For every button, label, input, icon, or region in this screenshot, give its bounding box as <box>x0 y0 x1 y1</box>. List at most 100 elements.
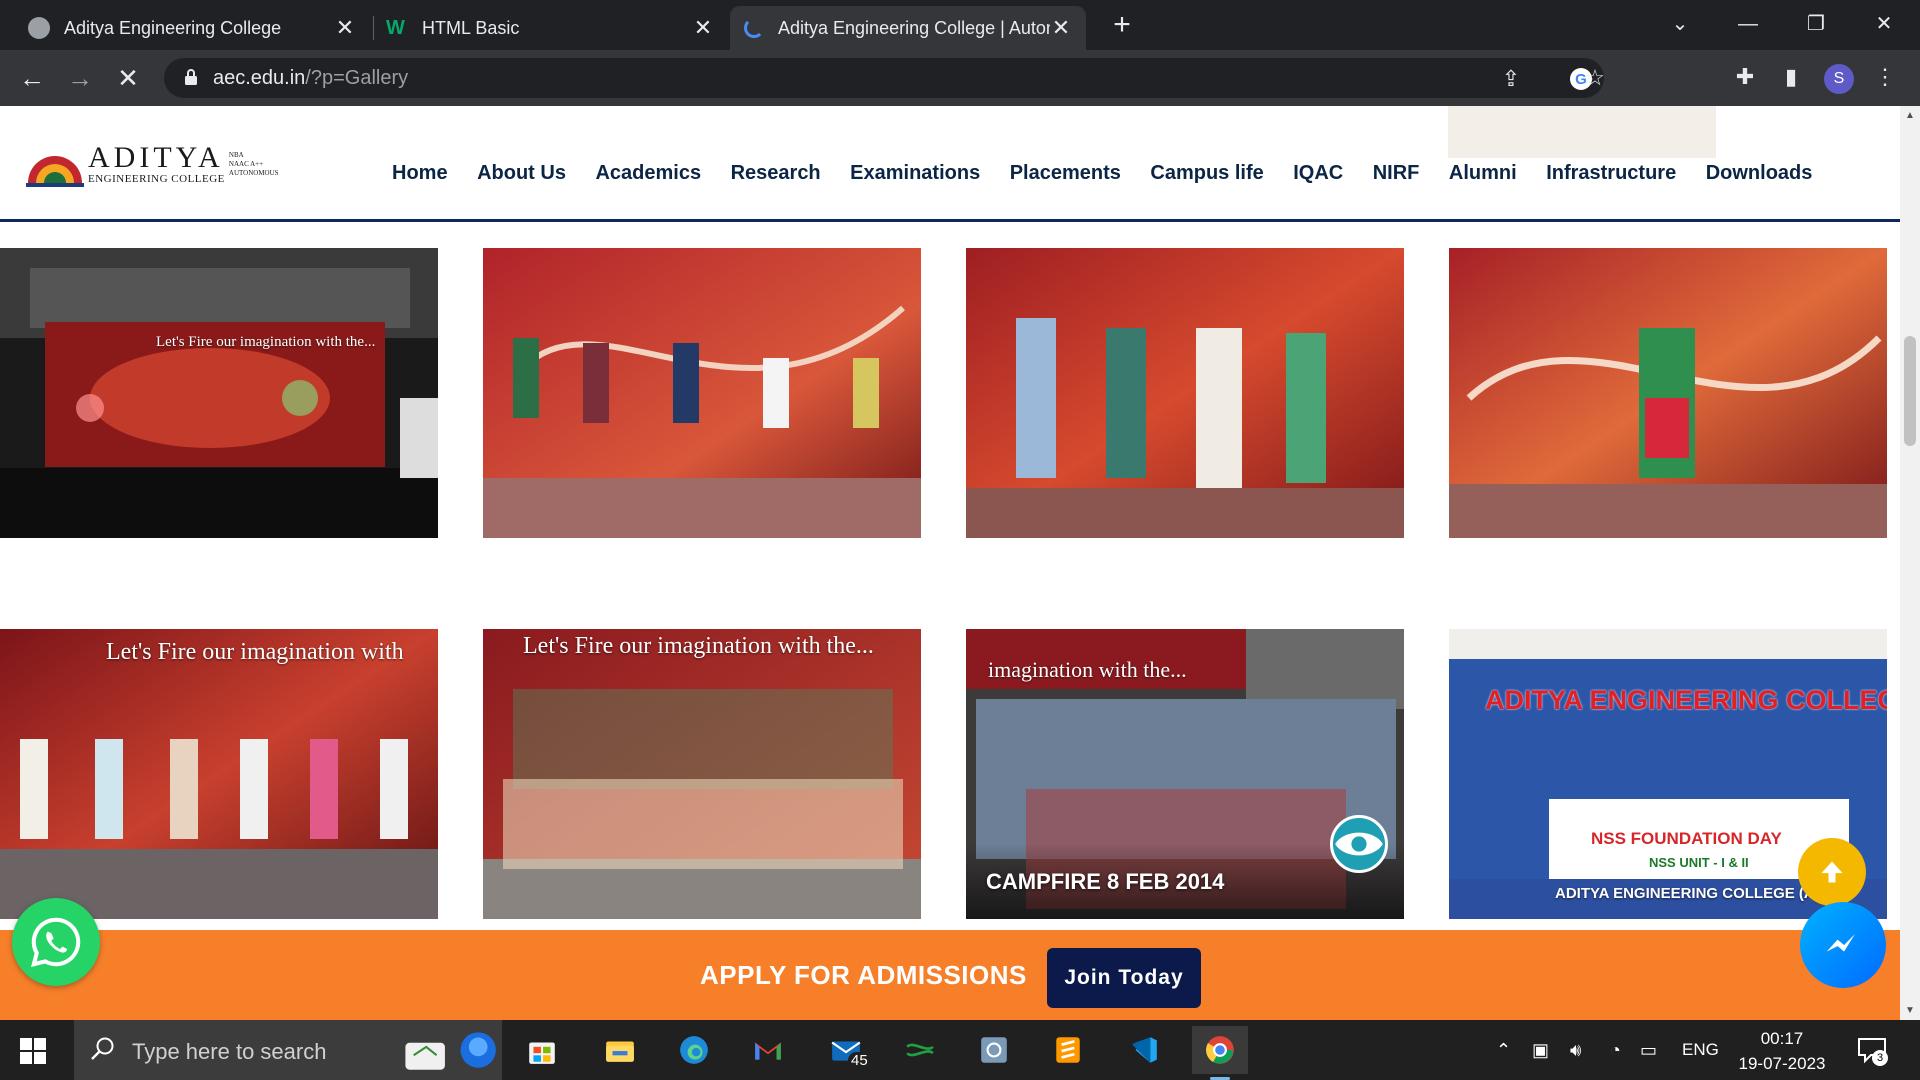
wifi-icon[interactable]: ◔ <box>1610 1040 1621 1061</box>
gmail-icon[interactable] <box>740 1026 796 1074</box>
college-logo[interactable]: ADITYA ENGINEERING COLLEGE NBA NAAC A++ … <box>24 136 294 192</box>
side-panel-icon[interactable]: ▮ <box>1776 62 1806 92</box>
mail-badge: 45 <box>848 1052 871 1069</box>
logo-name: ADITYA <box>88 141 224 174</box>
windows-taskbar: Type here to search 45 ⌃ ▣ 🔊︎ ◔ ▭ ENG 00… <box>0 1020 1920 1080</box>
whatsapp-button[interactable] <box>12 898 100 986</box>
photo-banner-text: Let's Fire our imagination with the... <box>156 334 376 350</box>
windows-start-icon[interactable] <box>20 1038 46 1064</box>
nav-iqac[interactable]: IQAC <box>1293 162 1343 185</box>
nav-infrastructure[interactable]: Infrastructure <box>1546 162 1676 185</box>
forward-button[interactable]: → <box>64 62 96 94</box>
stage-photo <box>966 248 1404 538</box>
show-hidden-icons-icon[interactable]: ⌃ <box>1496 1040 1511 1061</box>
stop-loading-button[interactable]: ✕ <box>112 62 144 94</box>
page-scrollbar[interactable]: ▲ ▼ <box>1900 106 1920 1020</box>
mail-icon[interactable]: 45 <box>818 1026 874 1074</box>
nav-home[interactable]: Home <box>392 162 448 185</box>
omnibox[interactable]: aec.edu.in/?p=Gallery G ⇪ <box>164 58 1604 98</box>
tab-search-icon[interactable]: ⌄ <box>1652 6 1708 42</box>
tab-aditya-active[interactable]: Aditya Engineering College | Autonomous … <box>730 6 1086 50</box>
language-indicator[interactable]: ENG <box>1682 1040 1719 1060</box>
messenger-icon <box>1826 934 1855 952</box>
nav-examinations[interactable]: Examinations <box>850 162 980 185</box>
stage-photo <box>0 629 438 919</box>
header-image-strip <box>1448 106 1716 158</box>
back-button[interactable]: ← <box>16 62 48 94</box>
stage-photo <box>483 248 921 538</box>
more-menu-icon[interactable]: ⋮ <box>1870 62 1900 92</box>
nav-placements[interactable]: Placements <box>1010 162 1121 185</box>
join-today-button[interactable]: Join Today <box>1047 948 1201 1008</box>
search-highlight-illustration <box>405 1032 496 1070</box>
edge-icon[interactable] <box>666 1026 722 1074</box>
main-navigation: Home About Us Academics Research Examina… <box>392 162 1842 185</box>
autonomous-badge: AUTONOMOUS <box>228 168 279 177</box>
gallery-photo-2[interactable] <box>483 248 921 538</box>
minimize-button[interactable]: — <box>1720 6 1776 42</box>
gallery-photo-5[interactable]: Let's Fire our imagination with <box>0 629 438 919</box>
scroll-up-icon[interactable]: ▲ <box>1905 110 1915 121</box>
close-icon[interactable]: ✕ <box>1050 15 1072 41</box>
star-bookmark-icon[interactable]: ☆ <box>1580 63 1610 93</box>
lock-icon <box>185 69 197 85</box>
share-icon[interactable]: ⇪ <box>1498 66 1524 92</box>
nav-about-us[interactable]: About Us <box>477 162 566 185</box>
vscode-icon[interactable] <box>1116 1026 1172 1074</box>
college-emblem-icon <box>26 156 84 187</box>
new-tab-button[interactable]: + <box>1106 10 1138 42</box>
microsoft-store-icon[interactable] <box>514 1026 570 1074</box>
gallery-photo-7[interactable]: imagination with the... CAMPFIRE 8 FEB 2… <box>966 629 1404 919</box>
profile-avatar[interactable]: S <box>1824 64 1854 94</box>
restore-button[interactable]: ❐ <box>1788 6 1844 42</box>
tab-title: Aditya Engineering College <box>64 17 282 38</box>
photo-banner-text: Let's Fire our imagination with <box>106 639 404 665</box>
taskbar-search[interactable]: Type here to search <box>74 1020 502 1080</box>
battery-icon[interactable]: ▭ <box>1640 1040 1657 1061</box>
nav-nirf[interactable]: NIRF <box>1373 162 1420 185</box>
extensions-icon[interactable]: ✚ <box>1730 62 1760 92</box>
back-to-top-button[interactable] <box>1798 838 1866 906</box>
globe-icon <box>28 17 50 39</box>
scroll-down-icon[interactable]: ▼ <box>1905 1005 1915 1016</box>
nav-research[interactable]: Research <box>731 162 821 185</box>
clock-date: 19-07-2023 <box>1738 1054 1826 1073</box>
browser-tab-strip: Aditya Engineering College ✕ W HTML Basi… <box>0 0 1920 50</box>
address-toolbar: ← → ✕ aec.edu.in/?p=Gallery G ⇪ ☆ ✚ ▮ S … <box>0 50 1920 106</box>
tab-title: Aditya Engineering College | Autonomous <box>778 17 1050 38</box>
close-icon[interactable]: ✕ <box>692 15 714 41</box>
taskbar-clock[interactable]: 00:17 19-07-2023 <box>1736 1026 1828 1076</box>
arrow-up-icon <box>1821 861 1843 883</box>
close-window-button[interactable]: ✕ <box>1856 6 1912 42</box>
w3schools-icon: W <box>386 17 405 39</box>
volume-icon[interactable]: 🔊︎ <box>1570 1040 1581 1061</box>
nav-academics[interactable]: Academics <box>595 162 701 185</box>
nav-campus-life[interactable]: Campus life <box>1150 162 1263 185</box>
logo-subtitle: ENGINEERING COLLEGE <box>88 173 225 185</box>
photo-banner-college: ADITYA ENGINEERING COLLEGE (A) <box>1555 885 1820 902</box>
close-icon[interactable]: ✕ <box>334 15 356 41</box>
scroll-thumb[interactable] <box>1904 336 1916 446</box>
admission-bar: APPLY FOR ADMISSIONS Join Today <box>0 930 1900 1020</box>
view-eye-icon[interactable] <box>1330 815 1388 873</box>
remote-app-icon[interactable] <box>966 1026 1022 1074</box>
gallery-photo-6[interactable]: Let's Fire our imagination with the... <box>483 629 921 919</box>
gallery-photo-1[interactable]: Let's Fire our imagination with the... <box>0 248 438 538</box>
page-viewport: Let's Fire our imagination with the... L… <box>0 106 1900 1020</box>
url-path: /?p=Gallery <box>305 67 409 89</box>
gallery-photo-4[interactable] <box>1449 248 1887 538</box>
url-host: aec.edu.in <box>213 67 306 89</box>
notification-center-icon[interactable]: 3 <box>1856 1036 1888 1066</box>
messenger-button[interactable] <box>1800 902 1886 988</box>
vpn-app-icon[interactable] <box>892 1026 948 1074</box>
device-icon[interactable]: ▣ <box>1532 1040 1549 1061</box>
search-placeholder: Type here to search <box>132 1039 327 1064</box>
file-explorer-icon[interactable] <box>592 1026 648 1074</box>
sublime-text-icon[interactable] <box>1040 1026 1096 1074</box>
tab-aditya-1[interactable]: Aditya Engineering College ✕ <box>14 6 370 50</box>
nav-downloads[interactable]: Downloads <box>1706 162 1813 185</box>
gallery-photo-3[interactable] <box>966 248 1404 538</box>
nav-alumni[interactable]: Alumni <box>1449 162 1517 185</box>
tab-html-basic[interactable]: W HTML Basic ✕ <box>372 6 728 50</box>
chrome-icon[interactable] <box>1192 1026 1248 1080</box>
